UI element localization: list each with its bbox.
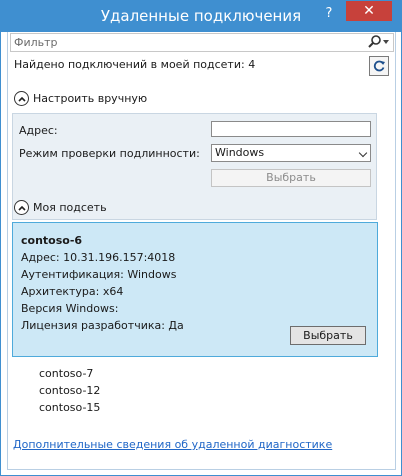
chevron-up-icon [14, 91, 29, 106]
filter-input[interactable] [14, 34, 354, 51]
device-address: Адрес: 10.31.196.157:4018 [21, 251, 176, 264]
my-subnet-label: Моя подсеть [33, 201, 107, 214]
dialog-body: Найдено подключений в моей подсети: 4 На… [7, 32, 396, 470]
list-item[interactable]: contoso-15 [39, 401, 100, 414]
search-options-dropdown-icon[interactable] [383, 40, 389, 44]
more-info-link[interactable]: Дополнительные сведения об удаленной диа… [13, 438, 332, 451]
address-input[interactable] [211, 121, 371, 137]
my-subnet-toggle[interactable]: Моя подсеть [14, 200, 107, 215]
list-item[interactable]: contoso-7 [39, 367, 93, 380]
device-windows-version: Версия Windows: [21, 302, 119, 315]
remote-connections-dialog: Удаленные подключения ? ✕ Найдено подклю… [0, 0, 402, 476]
address-label: Адрес: [19, 124, 58, 137]
list-item[interactable]: contoso-12 [39, 384, 100, 397]
device-architecture: Архитектура: x64 [21, 285, 124, 298]
select-device-button[interactable]: Выбрать [290, 326, 366, 345]
window-title: Удаленные подключения [100, 7, 302, 25]
device-name: contoso-6 [21, 234, 83, 247]
found-count-text: Найдено подключений в моей подсети: 4 [14, 58, 256, 71]
device-auth: Аутентификация: Windows [21, 268, 177, 281]
close-button[interactable]: ✕ [346, 1, 392, 21]
chevron-up-icon [14, 200, 29, 215]
auth-mode-select[interactable]: Windows [211, 144, 371, 162]
auth-mode-value: Windows [215, 146, 265, 159]
refresh-icon [373, 60, 385, 72]
auth-mode-label: Режим проверки подлинности: [19, 147, 200, 160]
search-icon[interactable] [367, 35, 383, 49]
manual-config-toggle[interactable]: Настроить вручную [14, 91, 147, 106]
device-dev-license: Лицензия разработчика: Да [21, 319, 184, 332]
chevron-down-icon [358, 148, 368, 158]
manual-select-button[interactable]: Выбрать [211, 169, 371, 187]
title-bar: Удаленные подключения ? ✕ [1, 1, 401, 32]
help-button[interactable]: ? [317, 5, 341, 23]
selected-device-card[interactable]: contoso-6 Адрес: 10.31.196.157:4018 Ауте… [12, 222, 378, 357]
manual-config-label: Настроить вручную [33, 92, 148, 105]
refresh-button[interactable] [369, 56, 389, 76]
filter-box [10, 33, 394, 52]
